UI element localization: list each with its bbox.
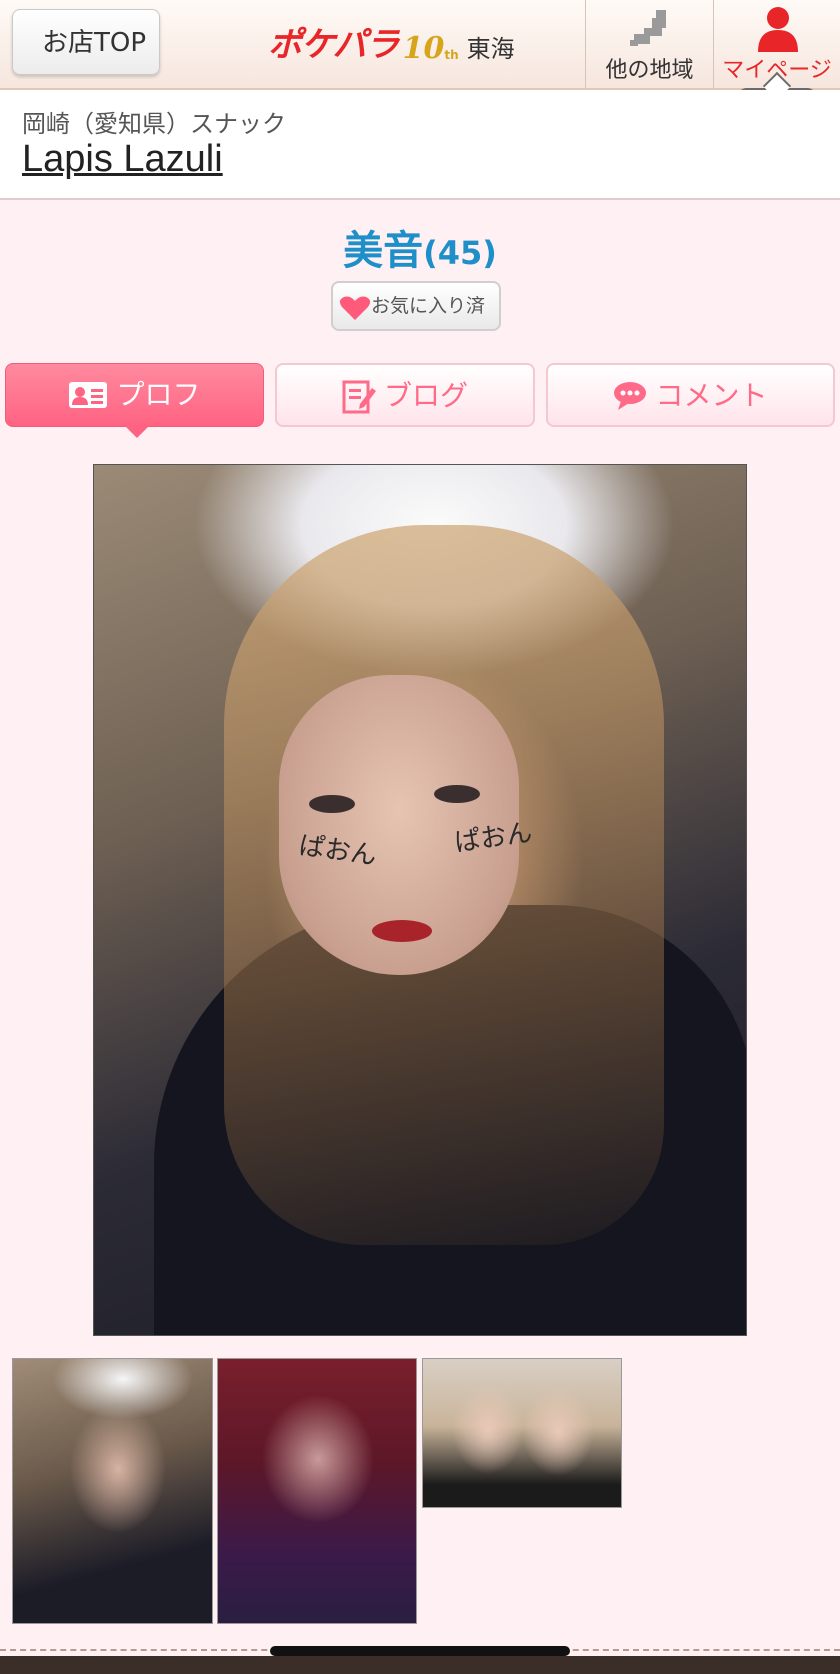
photo-lips (372, 920, 432, 942)
footer-strip (0, 1656, 840, 1674)
tab-blog-label: ブログ (383, 379, 468, 412)
tab-profile[interactable]: プロフ (5, 363, 264, 438)
main-profile-photo[interactable]: ぱおん ぱおん (93, 464, 747, 1336)
nav-other-label: 他の地域 (605, 58, 694, 83)
shop-top-back-button[interactable]: お店TOP (12, 9, 160, 75)
photo-thumbnail-2[interactable] (217, 1358, 417, 1624)
shop-header: 岡崎（愛知県）スナック Lapis Lazuli (0, 90, 840, 200)
nav-other-regions[interactable]: 他の地域 (585, 0, 713, 88)
logo-text: ポケパラ (268, 25, 400, 65)
tab-profile-label: プロフ (116, 378, 201, 411)
site-logo[interactable]: ポケパラ 10 th 東海 (268, 22, 515, 66)
tab-comment[interactable]: コメント (546, 363, 835, 427)
photo-thumbnail-1[interactable] (12, 1358, 213, 1624)
tab-comment-label: コメント (655, 379, 768, 412)
logo-region: 東海 (466, 35, 515, 63)
back-button-label: お店TOP (41, 28, 147, 58)
profile-name-text: 美音 (343, 228, 424, 274)
photo-thumbnail-3[interactable] (422, 1358, 622, 1508)
profile-card-icon (69, 382, 108, 408)
heart-icon (339, 296, 371, 320)
logo-anniversary-suffix: th (444, 48, 459, 62)
user-icon (758, 7, 798, 52)
photo-left-eye (309, 795, 355, 813)
favorite-button[interactable]: お気に入り済 (331, 281, 501, 331)
favorite-label: お気に入り済 (371, 295, 486, 317)
photo-right-eye (434, 785, 480, 803)
japan-map-icon (630, 10, 666, 46)
top-bar: お店TOP ポケパラ 10 th 東海 他の地域 マイページ (0, 0, 840, 90)
shop-name-link[interactable]: Lapis Lazuli (22, 138, 223, 181)
blog-edit-icon (342, 380, 376, 414)
shop-category: 岡崎（愛知県）スナック (22, 110, 286, 138)
home-indicator[interactable] (270, 1646, 570, 1656)
comment-bubble-icon (614, 382, 647, 410)
profile-name: 美音(45) (0, 218, 840, 276)
logo-anniversary: 10 (402, 31, 445, 66)
profile-age: (45) (423, 234, 497, 272)
tab-blog[interactable]: ブログ (275, 363, 535, 427)
